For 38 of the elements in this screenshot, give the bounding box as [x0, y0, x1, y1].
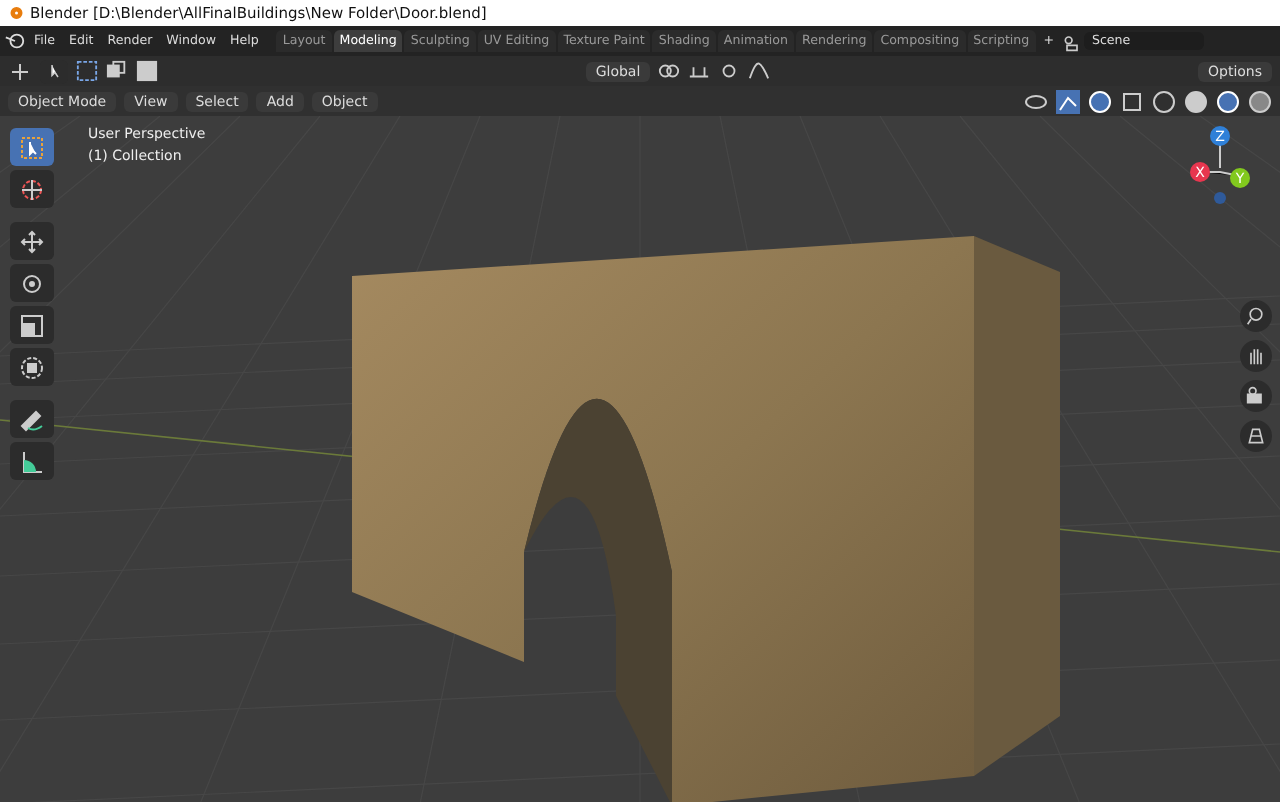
tool-button[interactable]	[10, 222, 54, 260]
xray-icon	[1120, 89, 1144, 113]
grid-view-button[interactable]	[1240, 420, 1272, 452]
overlay-icon	[1088, 89, 1112, 113]
cursor-icon	[20, 135, 44, 159]
camera-button[interactable]	[1240, 380, 1272, 412]
tool-button[interactable]	[10, 170, 54, 208]
material-shading-icon	[1216, 89, 1240, 113]
camera-icon	[1246, 386, 1266, 406]
pan-button[interactable]	[1240, 340, 1272, 372]
transform-icon	[20, 355, 44, 379]
pivot-icon	[658, 60, 681, 82]
move-icon	[20, 229, 44, 253]
crosshair-icon	[20, 177, 44, 201]
tool-button[interactable]	[10, 348, 54, 386]
zoom-icon	[1246, 306, 1266, 326]
pencil-icon	[20, 407, 44, 431]
select-subtract-icon	[136, 60, 158, 82]
tool-button[interactable]	[10, 128, 54, 166]
solid-shading-icon	[1184, 89, 1208, 113]
falloff-icon	[748, 60, 771, 82]
select-extend-icon	[106, 60, 128, 82]
select-box-icon	[76, 60, 98, 82]
ruler-icon	[20, 449, 44, 473]
rendered-shading-icon	[1248, 89, 1272, 113]
rotate-icon	[20, 271, 44, 295]
gizmo-icon	[1056, 89, 1080, 113]
cursor-icon	[45, 62, 63, 80]
tool-button[interactable]	[10, 442, 54, 480]
zoom-button[interactable]	[1240, 300, 1272, 332]
tool-button[interactable]	[10, 400, 54, 438]
scene-icon	[1061, 31, 1082, 51]
tool-button[interactable]	[10, 306, 54, 344]
transform-tool-icon	[8, 59, 32, 83]
scale-icon	[20, 313, 44, 337]
wireframe-shading-icon	[1152, 89, 1176, 113]
proportional-edit-icon	[718, 60, 741, 82]
tool-button[interactable]	[10, 264, 54, 302]
